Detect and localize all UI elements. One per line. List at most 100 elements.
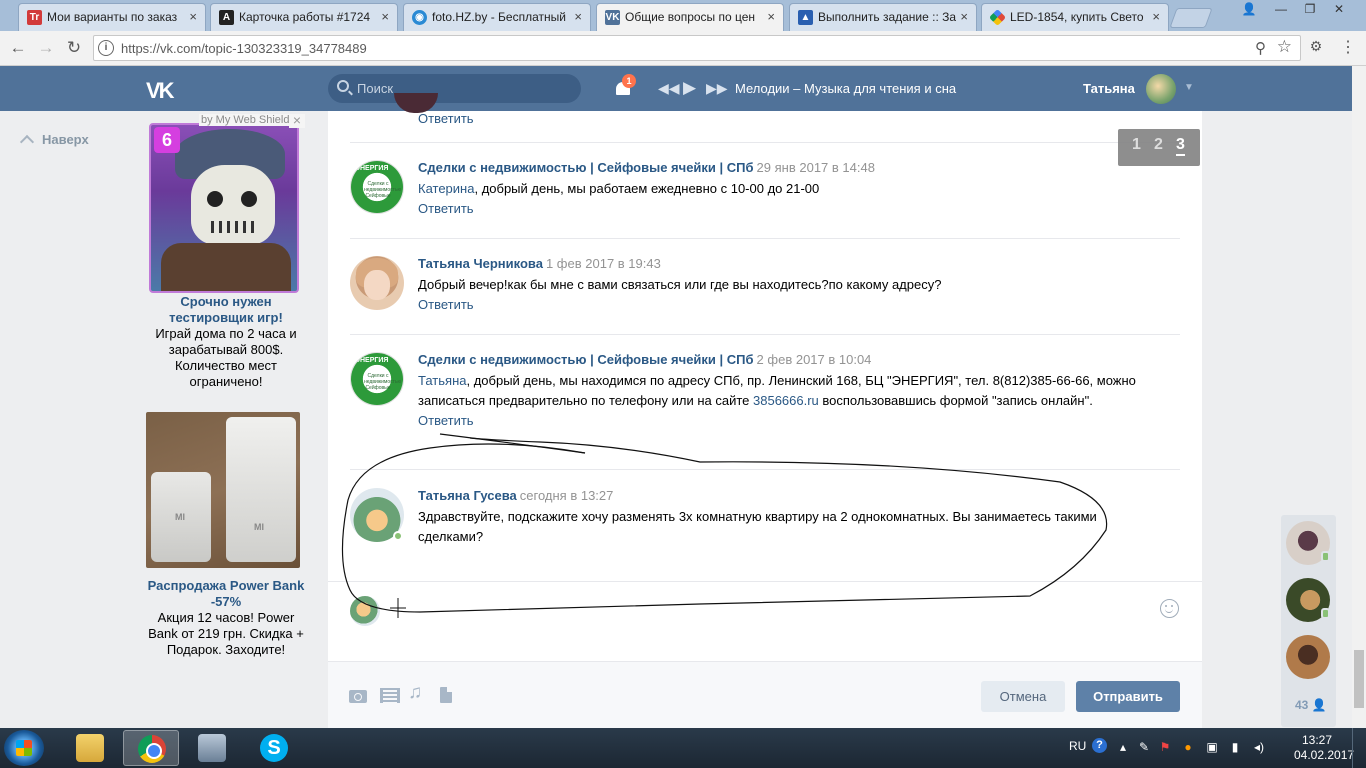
calculator-icon[interactable]	[184, 730, 240, 766]
browser-tab-4-active[interactable]: VK Общие вопросы по цен ×	[596, 3, 784, 31]
mention-link[interactable]: Татьяна	[418, 373, 466, 388]
close-icon[interactable]: ×	[767, 4, 775, 30]
post-author[interactable]: Сделки с недвижимостью | Сейфовые ячейки…	[418, 160, 754, 175]
forward-arrow-icon[interactable]: →	[34, 36, 58, 60]
tray-arrow-icon[interactable]: ▴	[1116, 740, 1130, 754]
browser-tab-2[interactable]: A Карточка работы #1724 ×	[210, 3, 398, 31]
explorer-icon[interactable]	[62, 730, 118, 766]
post-date[interactable]: 29 янв 2017 в 14:48	[757, 160, 875, 175]
avatar[interactable]: ЭНЕРГИЯ Сделки с недвижимостью Сейфовые	[350, 160, 404, 214]
document-icon[interactable]	[438, 686, 458, 704]
post-date[interactable]: 1 фев 2017 в 19:43	[546, 256, 661, 271]
ad2-title[interactable]: Распродажа Power Bank -57%	[145, 578, 307, 610]
send-button[interactable]: Отправить	[1076, 681, 1180, 712]
friend-avatar[interactable]	[1286, 635, 1330, 679]
tray-app-icon[interactable]: ●	[1181, 740, 1195, 754]
prev-track-icon[interactable]: ◀◀	[658, 80, 680, 97]
new-tab-button[interactable]	[1169, 8, 1213, 28]
chrome-taskbar-button[interactable]	[123, 730, 179, 766]
close-icon[interactable]: ×	[960, 4, 968, 30]
notifications-bell-icon[interactable]: 1	[613, 74, 636, 99]
tray-device-icon[interactable]: ▣	[1205, 740, 1219, 754]
post-date[interactable]: сегодня в 13:27	[520, 488, 614, 503]
close-icon[interactable]: ×	[189, 4, 197, 30]
minimize-icon[interactable]: —	[1268, 0, 1294, 20]
clock[interactable]: 13:27 04.02.2017	[1294, 733, 1354, 763]
page-link-3-current[interactable]: 3	[1176, 136, 1185, 156]
language-indicator[interactable]: RU	[1069, 739, 1086, 753]
menu-icon[interactable]: ⋮	[1338, 37, 1358, 59]
ad-image-game[interactable]: 6	[149, 123, 299, 293]
ad-image-powerbank[interactable]: MI MI	[146, 412, 300, 568]
next-track-icon[interactable]: ▶▶	[706, 80, 728, 97]
triangle-icon: ▲	[798, 10, 813, 25]
back-arrow-icon[interactable]: ←	[6, 36, 30, 60]
browser-tab-5[interactable]: ▲ Выполнить задание :: За ×	[789, 3, 977, 31]
google-icon	[989, 9, 1006, 26]
volume-icon[interactable]: ◂)	[1252, 740, 1266, 754]
ad1-title[interactable]: Срочно нужен тестировщик игр!	[145, 294, 307, 326]
reply-link[interactable]: Ответить	[418, 111, 1158, 126]
close-icon[interactable]: ×	[289, 113, 305, 128]
post-author[interactable]: Татьяна Гусева	[418, 488, 517, 503]
page-link-1[interactable]: 1	[1132, 136, 1141, 154]
avatar[interactable]	[1146, 74, 1176, 104]
info-icon[interactable]: i	[98, 40, 114, 56]
page-scrollbar[interactable]	[1352, 66, 1366, 728]
cancel-button[interactable]: Отмена	[981, 681, 1065, 712]
video-icon[interactable]	[379, 686, 400, 704]
photo-icon[interactable]	[349, 686, 369, 704]
browser-tab-1[interactable]: Tr Мои варианты по заказ ×	[18, 3, 206, 31]
search-box[interactable]	[328, 74, 581, 103]
browser-tab-6[interactable]: LED-1854, купить Свето ×	[981, 3, 1169, 31]
tray-flag-icon[interactable]: ⚑	[1158, 740, 1172, 754]
address-bar[interactable]: i https://vk.com/topic-130323319_3477848…	[93, 35, 1301, 61]
close-icon[interactable]: ×	[574, 4, 582, 30]
help-icon[interactable]: ?	[1092, 738, 1107, 753]
current-track[interactable]: Мелодии – Музыка для чтения и сна	[735, 81, 956, 96]
tray-tool-icon[interactable]: ✎	[1137, 740, 1151, 754]
browser-tab-3[interactable]: ◉ foto.HZ.by - Бесплатный ×	[403, 3, 591, 31]
post-date[interactable]: 2 фев 2017 в 10:04	[757, 352, 872, 367]
reply-input[interactable]	[388, 593, 1158, 629]
avatar[interactable]	[350, 256, 404, 310]
emoji-icon[interactable]	[1160, 599, 1179, 618]
show-desktop-button[interactable]	[1352, 728, 1366, 768]
friend-avatar[interactable]	[1286, 578, 1330, 622]
user-icon[interactable]: 👤	[1236, 0, 1262, 20]
ad2-text[interactable]: Акция 12 часов! Power Bank от 219 грн. С…	[145, 610, 307, 658]
network-icon[interactable]: ▮	[1228, 740, 1242, 754]
scroll-to-top-button[interactable]: Наверх	[19, 132, 89, 150]
play-icon[interactable]: ▶	[683, 78, 696, 98]
post-author[interactable]: Татьяна Черникова	[418, 256, 543, 271]
post-author[interactable]: Сделки с недвижимостью | Сейфовые ячейки…	[418, 352, 754, 367]
search-input[interactable]	[357, 79, 567, 98]
reply-link[interactable]: Ответить	[418, 201, 1158, 216]
restore-icon[interactable]: ❐	[1297, 0, 1323, 20]
reply-link[interactable]: Ответить	[418, 297, 1158, 312]
start-button[interactable]	[4, 730, 44, 766]
ad1-text[interactable]: Играй дома по 2 часа и зарабатывай 800$.…	[145, 326, 307, 390]
friends-count[interactable]: 43 👤	[1295, 698, 1327, 712]
page-link-2[interactable]: 2	[1154, 136, 1163, 154]
mention-link[interactable]: Катерина	[418, 181, 474, 196]
music-icon[interactable]	[408, 682, 428, 704]
friend-avatar[interactable]	[1286, 521, 1330, 565]
reload-icon[interactable]: ↻	[62, 36, 86, 60]
site-link[interactable]: 3856666.ru	[753, 393, 819, 408]
bookmark-star-icon[interactable]: ☆	[1277, 37, 1292, 57]
vk-logo[interactable]: VK	[146, 78, 175, 104]
chevron-down-icon[interactable]: ▼	[1184, 82, 1194, 93]
close-window-icon[interactable]: ✕	[1326, 0, 1352, 20]
scrollbar-thumb[interactable]	[1354, 650, 1364, 708]
close-icon[interactable]: ×	[1152, 4, 1160, 30]
avatar[interactable]: ЭНЕРГИЯ Сделки с недвижимостью Сейфовые	[350, 352, 404, 406]
extension-icon[interactable]: ⚙	[1306, 38, 1326, 58]
reply-link[interactable]: Ответить	[418, 413, 1158, 428]
user-name[interactable]: Татьяна	[1083, 81, 1135, 96]
ad2-brand: MI	[175, 512, 185, 522]
skype-taskbar-button[interactable]: S	[246, 730, 302, 766]
zoom-icon[interactable]: ⚲	[1255, 39, 1266, 57]
close-icon[interactable]: ×	[381, 4, 389, 30]
url-text[interactable]: https://vk.com/topic-130323319_34778489	[121, 41, 367, 56]
